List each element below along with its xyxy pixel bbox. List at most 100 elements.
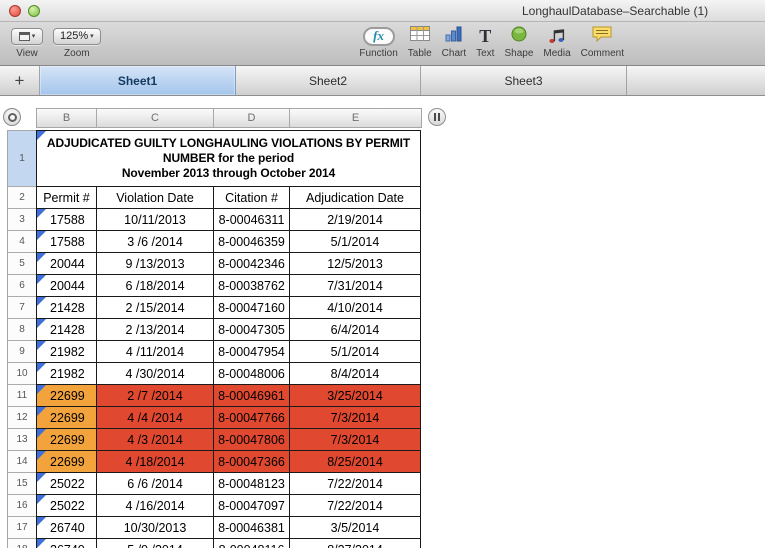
- table-handle-button[interactable]: [3, 108, 21, 126]
- adjudication-cell[interactable]: 3/25/2014: [290, 385, 421, 407]
- citation-cell[interactable]: 8-00048116: [214, 539, 290, 548]
- violation-cell[interactable]: 10/30/2013: [97, 517, 214, 539]
- violation-cell[interactable]: 4 /4 /2014: [97, 407, 214, 429]
- chart-button[interactable]: Chart: [437, 25, 471, 59]
- adjudication-cell[interactable]: 7/3/2014: [290, 429, 421, 451]
- adjudication-cell[interactable]: 5/1/2014: [290, 231, 421, 253]
- row-number[interactable]: 3: [8, 209, 37, 231]
- zoom-control[interactable]: 125% ▾ Zoom: [48, 25, 106, 59]
- media-button[interactable]: Media: [538, 25, 575, 59]
- row-number[interactable]: 5: [8, 253, 37, 275]
- tab-sheet2[interactable]: Sheet2: [236, 66, 421, 95]
- row-number[interactable]: 12: [8, 407, 37, 429]
- tab-sheet1[interactable]: Sheet1: [40, 66, 236, 95]
- violation-cell[interactable]: 4 /18/2014: [97, 451, 214, 473]
- shape-button[interactable]: Shape: [499, 25, 538, 59]
- permit-cell[interactable]: 21982: [37, 363, 97, 385]
- citation-cell[interactable]: 8-00047366: [214, 451, 290, 473]
- violation-cell[interactable]: 2 /7 /2014: [97, 385, 214, 407]
- view-button[interactable]: ▾ View: [6, 25, 48, 59]
- column-header-C[interactable]: C: [97, 109, 214, 127]
- permit-cell[interactable]: 26740: [37, 539, 97, 548]
- violation-cell[interactable]: 2 /13/2014: [97, 319, 214, 341]
- adjudication-cell[interactable]: 6/4/2014: [290, 319, 421, 341]
- violation-cell[interactable]: 3 /6 /2014: [97, 231, 214, 253]
- header-permit-cell[interactable]: Permit #: [37, 187, 97, 209]
- comment-button[interactable]: Comment: [576, 25, 629, 59]
- permit-cell[interactable]: 25022: [37, 495, 97, 517]
- permit-cell[interactable]: 21982: [37, 341, 97, 363]
- adjudication-cell[interactable]: 5/1/2014: [290, 341, 421, 363]
- adjudication-cell[interactable]: 7/3/2014: [290, 407, 421, 429]
- column-header-B[interactable]: B: [37, 109, 97, 127]
- text-button[interactable]: T Text: [471, 25, 499, 59]
- violation-cell[interactable]: 4 /16/2014: [97, 495, 214, 517]
- citation-cell[interactable]: 8-00047766: [214, 407, 290, 429]
- row-number[interactable]: 7: [8, 297, 37, 319]
- citation-cell[interactable]: 8-00042346: [214, 253, 290, 275]
- row-number[interactable]: 17: [8, 517, 37, 539]
- permit-cell[interactable]: 26740: [37, 517, 97, 539]
- violation-cell[interactable]: 9 /13/2013: [97, 253, 214, 275]
- row-number[interactable]: 16: [8, 495, 37, 517]
- row-number[interactable]: 9: [8, 341, 37, 363]
- row-number[interactable]: 8: [8, 319, 37, 341]
- citation-cell[interactable]: 8-00048123: [214, 473, 290, 495]
- violation-cell[interactable]: 4 /30/2014: [97, 363, 214, 385]
- row-number[interactable]: 2: [8, 187, 37, 209]
- permit-cell[interactable]: 20044: [37, 253, 97, 275]
- header-adjudication-cell[interactable]: Adjudication Date: [290, 187, 421, 209]
- adjudication-cell[interactable]: 7/22/2014: [290, 495, 421, 517]
- column-header-D[interactable]: D: [214, 109, 290, 127]
- adjudication-cell[interactable]: 7/31/2014: [290, 275, 421, 297]
- violation-cell[interactable]: 4 /11/2014: [97, 341, 214, 363]
- citation-cell[interactable]: 8-00046311: [214, 209, 290, 231]
- permit-cell[interactable]: 22699: [37, 429, 97, 451]
- header-violation-cell[interactable]: Violation Date: [97, 187, 214, 209]
- table-title-cell[interactable]: ADJUDICATED GUILTY LONGHAULING VIOLATION…: [37, 131, 421, 187]
- zoom-value-button[interactable]: 125% ▾: [53, 27, 101, 45]
- violation-cell[interactable]: 5 /9 /2014: [97, 539, 214, 548]
- permit-cell[interactable]: 17588: [37, 209, 97, 231]
- violation-cell[interactable]: 10/11/2013: [97, 209, 214, 231]
- permit-cell[interactable]: 21428: [37, 319, 97, 341]
- row-number[interactable]: 13: [8, 429, 37, 451]
- violation-cell[interactable]: 6 /18/2014: [97, 275, 214, 297]
- permit-cell[interactable]: 22699: [37, 385, 97, 407]
- permit-cell[interactable]: 22699: [37, 407, 97, 429]
- add-sheet-button[interactable]: +: [0, 66, 40, 95]
- row-number[interactable]: 11: [8, 385, 37, 407]
- header-citation-cell[interactable]: Citation #: [214, 187, 290, 209]
- table-button[interactable]: Table: [403, 25, 437, 59]
- adjudication-cell[interactable]: 4/10/2014: [290, 297, 421, 319]
- citation-cell[interactable]: 8-00046961: [214, 385, 290, 407]
- permit-cell[interactable]: 20044: [37, 275, 97, 297]
- citation-cell[interactable]: 8-00047954: [214, 341, 290, 363]
- citation-cell[interactable]: 8-00038762: [214, 275, 290, 297]
- permit-cell[interactable]: 22699: [37, 451, 97, 473]
- zoom-window-icon[interactable]: [28, 5, 40, 17]
- citation-cell[interactable]: 8-00047806: [214, 429, 290, 451]
- adjudication-cell[interactable]: 3/5/2014: [290, 517, 421, 539]
- row-number[interactable]: 15: [8, 473, 37, 495]
- pause-button[interactable]: [428, 108, 446, 126]
- citation-cell[interactable]: 8-00047097: [214, 495, 290, 517]
- function-button[interactable]: fx Function: [354, 25, 402, 59]
- permit-cell[interactable]: 21428: [37, 297, 97, 319]
- citation-cell[interactable]: 8-00046359: [214, 231, 290, 253]
- row-number[interactable]: 18: [8, 539, 37, 548]
- row-number[interactable]: 10: [8, 363, 37, 385]
- adjudication-cell[interactable]: 2/19/2014: [290, 209, 421, 231]
- citation-cell[interactable]: 8-00048006: [214, 363, 290, 385]
- close-window-icon[interactable]: [9, 5, 21, 17]
- violation-cell[interactable]: 4 /3 /2014: [97, 429, 214, 451]
- row-number[interactable]: 6: [8, 275, 37, 297]
- row-number[interactable]: 4: [8, 231, 37, 253]
- adjudication-cell[interactable]: 7/22/2014: [290, 473, 421, 495]
- row-number[interactable]: 14: [8, 451, 37, 473]
- column-header-E[interactable]: E: [290, 109, 421, 127]
- violation-cell[interactable]: 6 /6 /2014: [97, 473, 214, 495]
- violation-cell[interactable]: 2 /15/2014: [97, 297, 214, 319]
- citation-cell[interactable]: 8-00047305: [214, 319, 290, 341]
- adjudication-cell[interactable]: 8/27/2014: [290, 539, 421, 548]
